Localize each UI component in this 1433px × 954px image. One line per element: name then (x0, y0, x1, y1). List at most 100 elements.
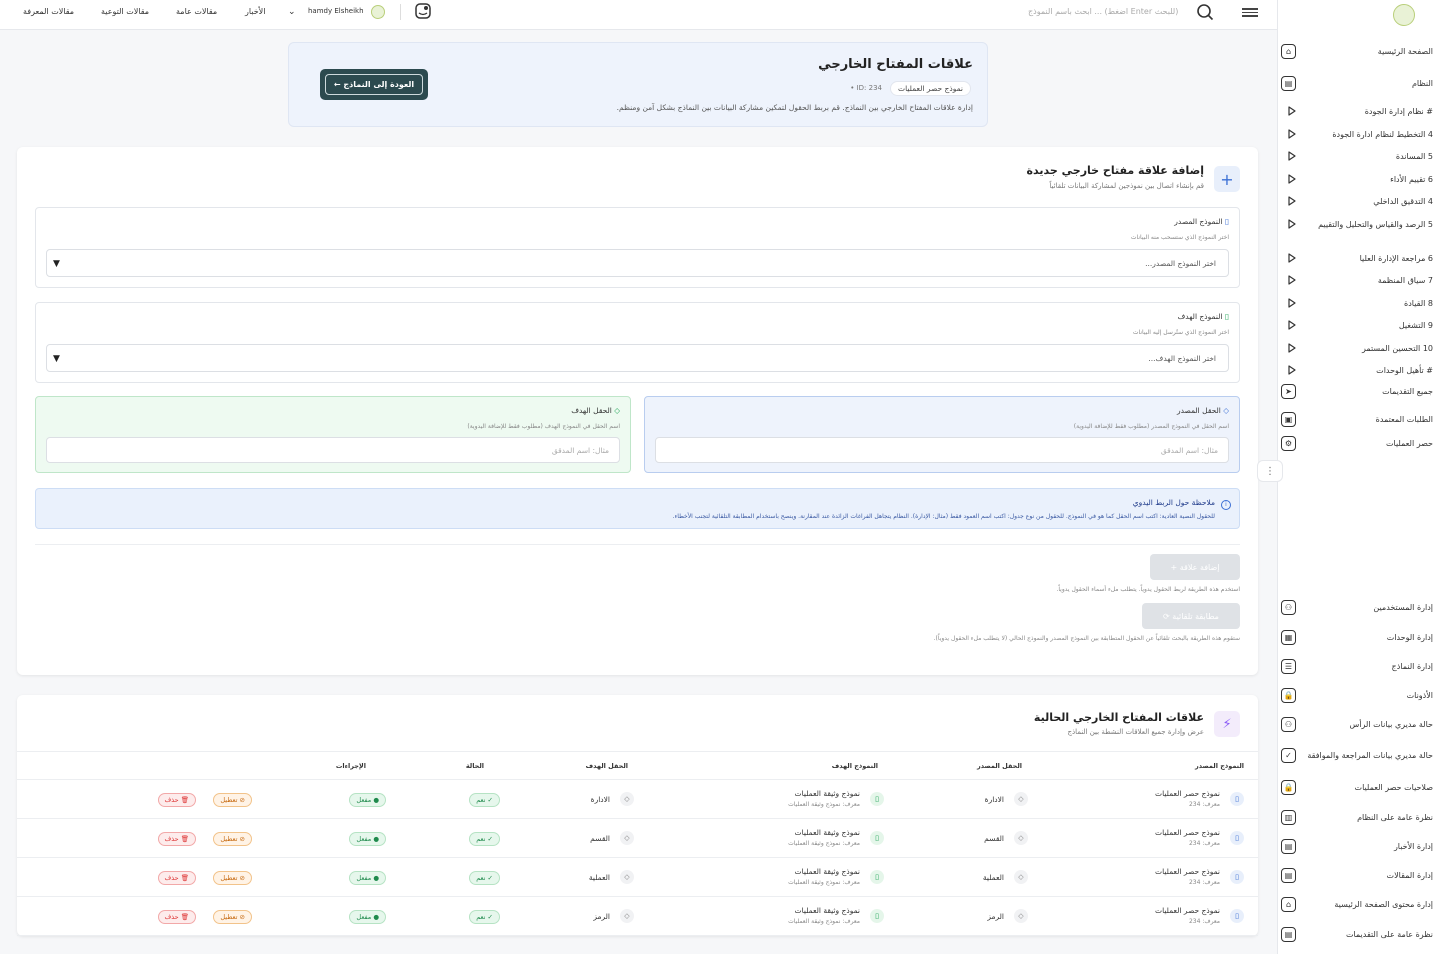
sidebar-item[interactable]: ▥ نظرة عامة على النظام (1277, 810, 1433, 825)
sidebar-item[interactable]: ✓ حالة مديري بيانات المراجعة والموافقة (1277, 748, 1433, 763)
sidebar-item[interactable]: 9 التشغيل (1277, 316, 1433, 334)
target-field-hint: اسم الحقل في النموذج الهدف (مطلوب فقط لل… (467, 423, 620, 430)
play-icon (1287, 298, 1297, 308)
disable-button[interactable]: ⊘ تعطيل (213, 910, 252, 924)
image-icon: ▣ (1281, 412, 1296, 427)
source-model-select[interactable]: اختر النموذج المصدر... ▼ (46, 249, 1229, 277)
disable-button[interactable]: ⊘ تعطيل (213, 793, 252, 807)
enabled-badge: ● مفعل (349, 910, 386, 924)
sidebar-item[interactable]: ▤ نظرة عامة على التقديمات (1277, 927, 1433, 942)
database-icon: ▯ (870, 831, 884, 845)
sidebar-item[interactable]: ➤ جميع التقديمات (1277, 384, 1433, 399)
sidebar-item[interactable]: ⌂ إدارة محتوى الصفحة الرئيسية (1277, 897, 1433, 912)
target-model-hint: اختر النموذج الذي ستُرسل إليه البيانات (1132, 329, 1229, 336)
add-relation-card: + إضافة علاقة مفتاح خارجي جديدة قم بإنشا… (17, 147, 1258, 675)
sidebar-item[interactable]: 4 التخطيط لنظام ادارة الجودة (1277, 125, 1433, 143)
tag-icon: ◇ (620, 792, 634, 806)
sliders-icon: ⚙ (1281, 436, 1296, 451)
sidebar-item[interactable]: 8 القيادة (1277, 294, 1433, 312)
sidebar-item[interactable]: 🔒 الأذونات (1277, 688, 1433, 703)
target-model-name: نموذج وثيقة العمليات (794, 906, 860, 915)
source-field-input[interactable]: مثال: اسم المدقق (655, 437, 1229, 463)
sidebar-item[interactable]: ⚇ حالة مديري بيانات الرأس (1277, 717, 1433, 732)
notification-icon[interactable] (414, 2, 432, 20)
add-relation-button[interactable]: إضافة علاقة + (1150, 554, 1240, 580)
enabled-badge: ● مفعل (349, 871, 386, 885)
sidebar-item[interactable]: ▣ الطلبات المعتمدة (1277, 412, 1433, 427)
col-source-field: الحقل المصدر (976, 762, 1022, 770)
user-name[interactable]: hamdy Elsheikh (308, 7, 364, 15)
play-icon (1287, 219, 1297, 229)
sidebar-item[interactable]: ⚙ حصر العمليات (1277, 436, 1433, 451)
info-icon: i (1221, 500, 1231, 510)
enabled-badge: ● مفعل (349, 832, 386, 846)
avatar[interactable] (371, 5, 385, 19)
back-to-models-button[interactable]: العودة إلى النماذج ← (320, 69, 428, 100)
sidebar-item[interactable]: ⌂ الصفحة الرئيسية (1277, 44, 1433, 59)
sidebar-item[interactable]: 6 مراجعة الإدارة العليا (1277, 249, 1433, 267)
sidebar-item[interactable]: # نظام إدارة الجودة (1277, 102, 1433, 120)
enabled-badge: ● مفعل (349, 793, 386, 807)
drag-handle-icon[interactable]: ⋮ (1257, 460, 1283, 482)
target-model-select[interactable]: اختر النموذج الهدف... ▼ (46, 344, 1229, 372)
sidebar-item-label: صلاحيات حصر العمليات (1354, 783, 1433, 792)
file-icon: ▤ (1281, 927, 1296, 942)
table-row: ▯ نموذج حصر العمليات معرف: 234 ◇ العملية… (17, 858, 1258, 897)
source-model-id: معرف: 234 (1188, 879, 1220, 886)
table-subtitle: عرض وإدارة جميع العلاقات النشطة بين النم… (1067, 728, 1204, 736)
sidebar-item[interactable]: 7 سياق المنظمة (1277, 271, 1433, 289)
nav-link-news[interactable]: الأخبار (245, 7, 265, 16)
play-icon (1287, 320, 1297, 330)
sidebar-item[interactable]: 🔒 صلاحيات حصر العمليات (1277, 780, 1433, 795)
source-model-name: نموذج حصر العمليات (1155, 789, 1220, 798)
note-title: ملاحظة حول الربط اليدوي (1132, 498, 1215, 507)
source-model-name: نموذج حصر العمليات (1155, 867, 1220, 876)
nav-link-knowledge[interactable]: مقالات المعرفة (23, 7, 74, 16)
delete-button[interactable]: 🗑 حذف (157, 832, 196, 846)
sidebar-item[interactable]: ▤ النظام (1277, 76, 1433, 91)
home-icon: ⌂ (1281, 44, 1296, 59)
model-id: ID: 234 • (850, 84, 882, 92)
nav-link-awareness[interactable]: مقالات التوعية (101, 7, 149, 16)
target-field-input[interactable]: مثال: اسم المدقق (46, 437, 620, 463)
sidebar-item[interactable]: ▤ إدارة الأخبار (1277, 839, 1433, 854)
source-field-group: ◇ الحقل المصدر اسم الحقل في النموذج المص… (644, 396, 1240, 473)
source-model-label: ▯ النموذج المصدر (1174, 217, 1229, 226)
disable-button[interactable]: ⊘ تعطيل (213, 832, 252, 846)
search-icon[interactable] (1196, 3, 1214, 21)
menu-icon[interactable] (1242, 6, 1258, 20)
sidebar-item[interactable]: 5 المساندة (1277, 147, 1433, 165)
sidebar-item[interactable]: 6 تقييم الأداء (1277, 170, 1433, 188)
add-caption: استخدم هذه الطريقة لربط الحقول يدوياً. ي… (1056, 586, 1240, 593)
manual-link-note: i ملاحظة حول الربط اليدوي للحقول النصية … (35, 488, 1240, 529)
nav-link-general[interactable]: مقالات عامة (176, 7, 217, 16)
auto-match-button[interactable]: مطابقة تلقائية ⟳ (1142, 603, 1240, 629)
sidebar-item[interactable]: # تأهيل الوحدات (1277, 361, 1433, 379)
sidebar-item[interactable]: ▤ إدارة المقالات (1277, 868, 1433, 883)
target-model-name: نموذج وثيقة العمليات (794, 867, 860, 876)
sidebar-item[interactable]: 10 التحسين المستمر (1277, 339, 1433, 357)
sidebar-item[interactable]: 4 التدقيق الداخلي (1277, 192, 1433, 210)
disable-button[interactable]: ⊘ تعطيل (213, 871, 252, 885)
delete-button[interactable]: 🗑 حذف (157, 871, 196, 885)
target-field-label: ◇ الحقل الهدف (571, 406, 620, 415)
sidebar-item[interactable]: 5 الرصد والقياس والتحليل والتقييم (1277, 215, 1433, 233)
delete-button[interactable]: 🗑 حذف (157, 910, 196, 924)
tag-icon: ◇ (614, 406, 620, 415)
sidebar-item[interactable]: ▦ إدارة الوحدات (1277, 630, 1433, 645)
source-field-placeholder: مثال: اسم المدقق (1160, 446, 1218, 455)
chevron-down-icon[interactable]: ⌄ (288, 7, 296, 17)
source-model-name: نموذج حصر العمليات (1155, 828, 1220, 837)
table-row: ▯ نموذج حصر العمليات معرف: 234 ◇ القسم ▯… (17, 819, 1258, 858)
target-model-id: معرف: نموذج وثيقة العمليات (788, 918, 860, 925)
sidebar-item[interactable]: ⚇ إدارة المستخدمين (1277, 600, 1433, 615)
delete-button[interactable]: 🗑 حذف (157, 793, 196, 807)
relations-table-card: ⚡ علاقات المفتاح الخارجي الحالية عرض وإد… (17, 695, 1258, 936)
database-icon: ▯ (870, 870, 884, 884)
page-title: علاقات المفتاح الخارجي (818, 57, 973, 72)
database-icon: ▯ (870, 909, 884, 923)
chevron-down-icon: ▼ (53, 259, 60, 269)
sidebar-item-label: 8 القيادة (1404, 298, 1433, 308)
sidebar-item[interactable]: ☰ إدارة النماذج (1277, 659, 1433, 674)
search-input[interactable]: ابحث باسم النموذج ... (اضغط Enter للبحث) (1028, 7, 1178, 16)
